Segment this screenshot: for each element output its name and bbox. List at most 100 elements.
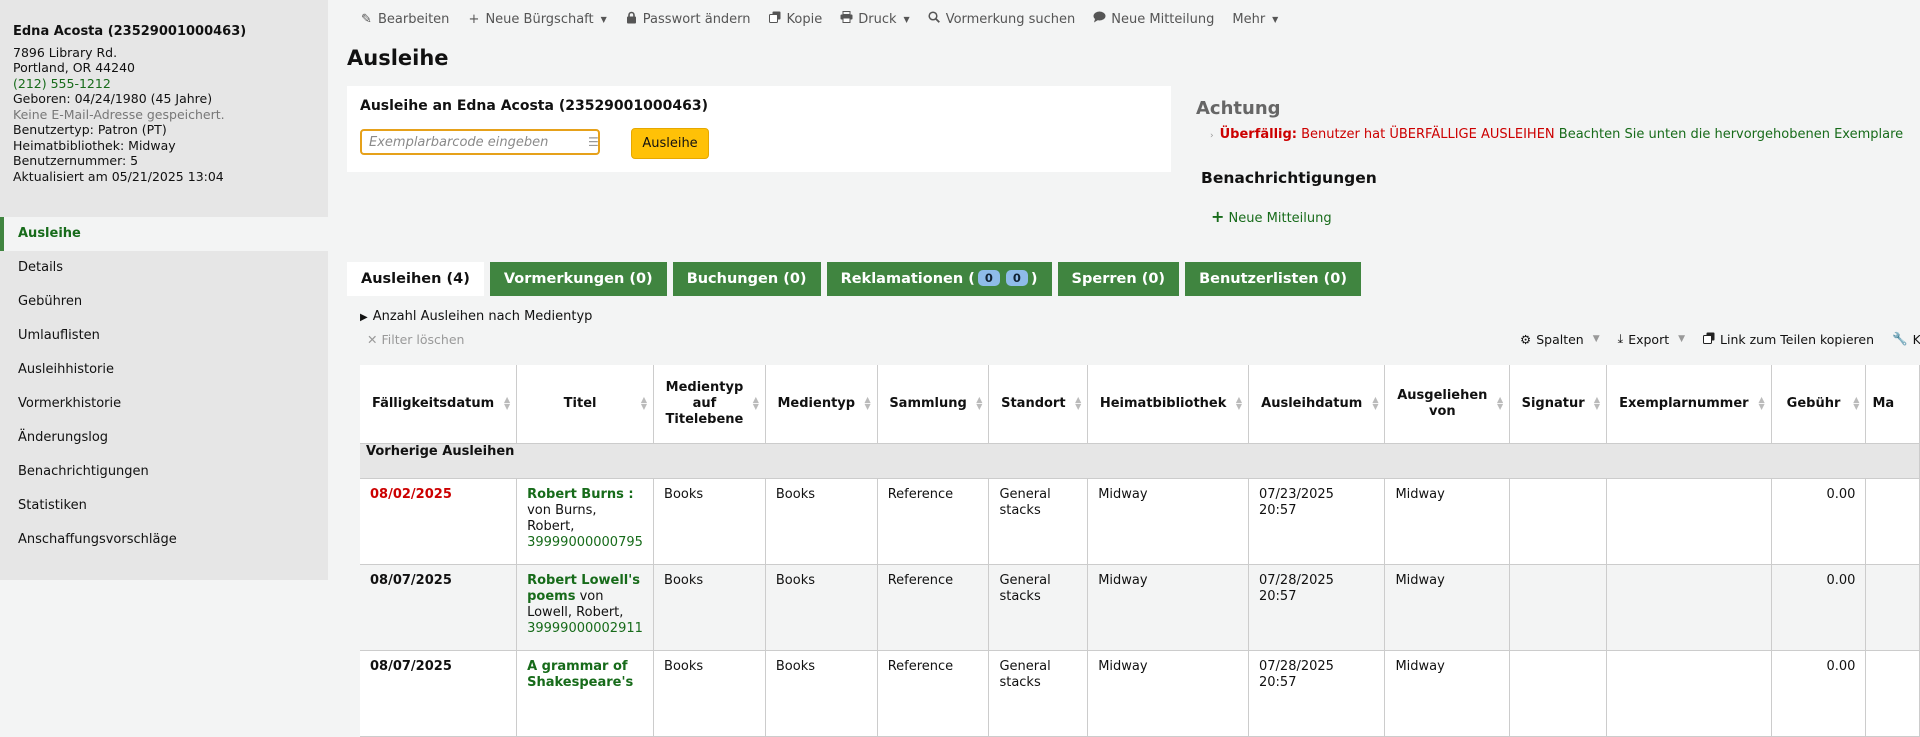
sort-icon: ▲ ▼: [1497, 395, 1504, 411]
column-header-home-library[interactable]: Heimatbibliothek ▲ ▼: [1087, 365, 1249, 444]
column-header-checked-out-from[interactable]: Ausgeliehen von ▲ ▼: [1384, 365, 1511, 444]
overdue-link[interactable]: Beachten Sie unten die hervorgehobenen E…: [1559, 127, 1903, 142]
more-button[interactable]: Mehr ▼: [1232, 12, 1278, 27]
attention-title: Achtung: [1196, 98, 1281, 119]
checkout-button[interactable]: Ausleihe: [631, 128, 709, 159]
change-password-button[interactable]: Passwort ändern: [625, 11, 751, 28]
charge-cell: 0.00: [1771, 650, 1867, 737]
download-icon: ⤓: [1617, 331, 1624, 346]
new-message-link[interactable]: + Neue Mitteilung: [1211, 207, 1332, 226]
sidebar-item-statistics[interactable]: Statistiken: [0, 489, 328, 523]
table-row: 08/07/2025 A grammar of Shakespeare's Bo…: [360, 650, 1920, 737]
print-button[interactable]: Druck ▼: [840, 11, 910, 27]
column-header-title[interactable]: Titel ▲ ▼: [516, 365, 655, 444]
sidebar-item-details[interactable]: Details: [0, 251, 328, 285]
barcode-link[interactable]: 39999000002911: [527, 621, 643, 636]
column-header-location[interactable]: Standort ▲ ▼: [988, 365, 1089, 444]
sort-icon: ▲ ▼: [1593, 395, 1601, 411]
column-header-record-itemtype[interactable]: Medientyp auf Titelebene ▲ ▼: [653, 365, 766, 444]
column-header-due-date[interactable]: Fälligkeitsdatum ▲ ▼: [360, 365, 518, 444]
itemtype-cell: Books: [765, 478, 878, 565]
new-message-button[interactable]: Neue Mitteilung: [1093, 11, 1214, 27]
patron-number: Benutzernummer: 5: [13, 153, 139, 168]
triangle-right-icon: ▶: [360, 312, 368, 323]
configure-button[interactable]: 🔧 K: [1892, 331, 1920, 347]
column-header-collection[interactable]: Sammlung ▲ ▼: [877, 365, 990, 444]
record-itemtype-cell: Books: [653, 650, 766, 737]
title-link[interactable]: A grammar of Shakespeare's: [527, 659, 633, 690]
home-library-cell: Midway: [1087, 650, 1249, 737]
copy-icon: [1703, 332, 1715, 347]
overdue-label: Überfällig:: [1219, 127, 1297, 142]
column-header-itemtype[interactable]: Medientyp ▲ ▼: [765, 365, 878, 444]
sidebar-item-purchase-suggestions[interactable]: Anschaffungsvorschläge: [0, 523, 328, 557]
sort-icon: ▲ ▼: [640, 395, 648, 411]
notifications-title: Benachrichtigungen: [1201, 169, 1377, 187]
tab-checkouts[interactable]: Ausleihen (4): [347, 262, 484, 296]
caret-down-icon: ▼: [1678, 334, 1686, 344]
patron-info: Edna Acosta (23529001000463) 7896 Librar…: [13, 24, 323, 184]
copy-share-link-button[interactable]: Link zum Teilen kopieren: [1703, 331, 1874, 347]
print-label: Druck: [858, 11, 897, 27]
title-link[interactable]: Robert Burns :: [527, 487, 634, 502]
sidebar-item-circulation-history[interactable]: Ausleihhistorie: [0, 353, 328, 387]
patron-toolbar: ✎ Bearbeiten + Neue Bürgschaft ▼ Passwor…: [360, 0, 1278, 38]
clear-filter-button[interactable]: ✕ Filter löschen: [367, 332, 464, 347]
claims-count-badge: 0: [977, 270, 1000, 286]
patron-phone[interactable]: (212) 555-1212: [13, 76, 323, 92]
sidebar-item-fines[interactable]: Gebühren: [0, 285, 328, 319]
tab-restrictions[interactable]: Sperren (0): [1057, 262, 1180, 296]
sidebar-item-holds-history[interactable]: Vormerkhistorie: [0, 387, 328, 421]
column-header-checkout-date[interactable]: Ausleihdatum ▲ ▼: [1248, 365, 1386, 444]
sort-icon: ▲ ▼: [503, 395, 511, 411]
collection-cell: Reference: [877, 564, 990, 651]
record-itemtype-cell: Books: [653, 478, 766, 565]
add-guarantor-button[interactable]: + Neue Bürgschaft ▼: [467, 12, 606, 27]
location-cell: General stacks: [988, 564, 1089, 651]
patron-email: Keine E-Mail-Adresse gespeichert.: [13, 106, 225, 122]
sidebar-item-notices[interactable]: Benachrichtigungen: [0, 455, 328, 489]
checkout-date-cell: 07/28/2025 20:57: [1248, 650, 1386, 737]
sidebar-item-routing-lists[interactable]: Umlauflisten: [0, 319, 328, 353]
checkouts-by-itemtype-toggle[interactable]: ▶ Anzahl Ausleihen nach Medientyp: [360, 309, 592, 324]
column-header-more[interactable]: Ma: [1865, 365, 1920, 444]
barcode-input[interactable]: [360, 129, 600, 155]
tab-claims[interactable]: Reklamationen (0 0): [826, 262, 1052, 296]
charge-cell: 0.00: [1771, 478, 1867, 565]
column-header-charge[interactable]: Gebühr ▲ ▼: [1771, 365, 1867, 444]
patron-city: Portland, OR 44240: [13, 60, 135, 75]
table-row: 08/07/2025 Robert Lowell's poems von Low…: [360, 564, 1920, 651]
export-button[interactable]: ⤓ Export ▼: [1618, 331, 1685, 347]
tab-bookings[interactable]: Buchungen (0): [672, 262, 821, 296]
page-title: Ausleihe: [347, 46, 449, 70]
callnumber-cell: [1509, 478, 1608, 565]
sidebar-item-modification-log[interactable]: Änderungslog: [0, 421, 328, 455]
checked-out-from-cell: Midway: [1384, 564, 1511, 651]
checkouts-table: Fälligkeitsdatum ▲ ▼ Titel ▲ ▼ Medientyp auf…: [360, 365, 1920, 737]
search-hold-button[interactable]: Vormerkung suchen: [928, 11, 1075, 27]
new-message-link-label: Neue Mitteilung: [1228, 211, 1332, 226]
close-icon: ✕: [367, 332, 378, 347]
edit-button[interactable]: ✎ Bearbeiten: [360, 12, 449, 27]
columns-button[interactable]: ⚙ Spalten ▼: [1520, 331, 1600, 347]
tab-patron-lists[interactable]: Benutzerlisten (0): [1185, 262, 1362, 296]
wrench-icon: 🔧: [1892, 331, 1908, 346]
duplicate-button[interactable]: Kopie: [769, 11, 822, 27]
copynumber-cell: [1606, 564, 1772, 651]
caret-down-icon: ▼: [903, 14, 910, 24]
tab-claims-suffix: ): [1030, 271, 1038, 287]
sidebar-item-checkout[interactable]: Ausleihe: [0, 217, 328, 251]
barcode-link[interactable]: 39999000000795: [527, 535, 643, 550]
checked-out-from-cell: Midway: [1384, 478, 1511, 565]
column-header-callnumber[interactable]: Signatur ▲ ▼: [1509, 365, 1608, 444]
column-header-copynumber[interactable]: Exemplarnummer ▲ ▼: [1606, 365, 1772, 444]
tab-holds[interactable]: Vormerkungen (0): [489, 262, 667, 296]
sliders-icon[interactable]: ☰: [588, 135, 599, 149]
clear-filter-label: Filter löschen: [381, 332, 465, 347]
search-icon: [928, 11, 941, 27]
due-date-cell: 08/02/2025: [360, 478, 518, 565]
circulation-tabs: Ausleihen (4) Vormerkungen (0) Buchungen…: [347, 262, 1362, 296]
sort-icon: ▲ ▼: [1853, 395, 1860, 411]
plus-icon: +: [1211, 207, 1225, 226]
add-guarantor-label: Neue Bürgschaft: [485, 11, 594, 27]
